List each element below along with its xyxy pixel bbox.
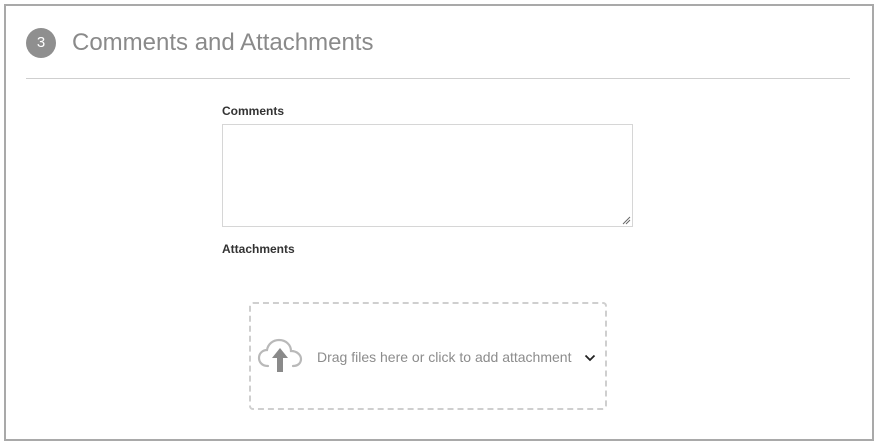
step-number-badge: 3 (26, 28, 56, 58)
form-panel: 3 Comments and Attachments Comments Atta… (4, 4, 874, 441)
dropzone-text: Drag files here or click to add attachme… (317, 349, 572, 365)
comments-textarea[interactable] (222, 124, 633, 227)
section-title: Comments and Attachments (72, 29, 374, 56)
attachments-label: Attachments (222, 242, 295, 256)
chevron-down-icon[interactable] (584, 354, 596, 362)
section-header: 3 Comments and Attachments (26, 26, 850, 79)
cloud-upload-icon (257, 338, 303, 372)
resize-handle-icon[interactable] (622, 216, 631, 225)
comments-label: Comments (222, 104, 285, 118)
attachment-dropzone[interactable]: Drag files here or click to add attachme… (249, 302, 607, 410)
